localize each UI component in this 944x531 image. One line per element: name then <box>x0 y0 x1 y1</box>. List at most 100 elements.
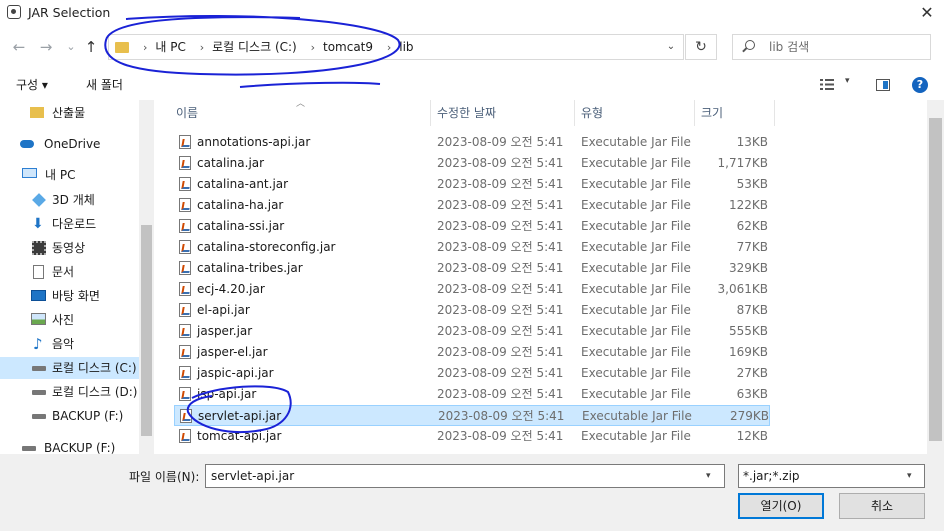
file-row[interactable]: servlet-api.jar 2023-08-09 오전 5:41 Executa… <box>174 405 770 426</box>
file-size: 169KB <box>728 345 768 359</box>
address-bar[interactable]: › 내 PC › 로컬 디스크 (C:) › tomcat9 › lib ⌄ <box>108 34 684 60</box>
file-date: 2023-08-09 오전 5:41 <box>437 324 564 338</box>
new-folder-button[interactable]: 새 폴더 <box>86 76 123 93</box>
file-name: catalina.jar <box>197 156 265 170</box>
sidebar-item-onedrive[interactable]: OneDrive <box>20 133 139 155</box>
back-button[interactable]: ← <box>8 34 30 60</box>
sidebar-item-documents[interactable]: 문서 <box>30 261 139 283</box>
file-row[interactable]: jaspic-api.jar 2023-08-09 오전 5:41 Executab… <box>174 363 770 384</box>
sidebar-item-desktop[interactable]: 바탕 화면 <box>30 285 139 307</box>
file-date: 2023-08-09 오전 5:41 <box>437 303 564 317</box>
search-input[interactable]: lib 검색 <box>732 34 931 60</box>
sidebar-item-music[interactable]: ♪ 음악 <box>30 333 139 355</box>
address-underline <box>239 81 381 88</box>
file-size: 1,717KB <box>717 156 768 170</box>
sidebar-scrollbar-thumb[interactable] <box>141 225 152 436</box>
filename-input[interactable]: servlet-api.jar ▾ <box>205 464 725 488</box>
file-row[interactable]: jsp-api.jar 2023-08-09 오전 5:41 Executable … <box>174 384 770 405</box>
sidebar-item-backup-f[interactable]: BACKUP (F:) <box>30 405 139 427</box>
sidebar-item-videos[interactable]: 동영상 <box>30 237 139 259</box>
file-size: 279KB <box>729 409 769 423</box>
file-date: 2023-08-09 오전 5:41 <box>437 366 564 380</box>
file-name: catalina-ha.jar <box>197 198 284 212</box>
refresh-button[interactable]: ↻ <box>685 34 717 60</box>
column-header-date[interactable]: 수정한 날짜 <box>431 100 575 126</box>
chevron-down-icon[interactable]: ▾ <box>706 465 711 487</box>
picture-icon <box>31 313 46 325</box>
file-date: 2023-08-09 오전 5:41 <box>437 240 564 254</box>
cancel-button[interactable]: 취소 <box>839 493 925 519</box>
preview-pane-icon[interactable] <box>876 79 890 91</box>
breadcrumb-item[interactable]: 내 PC <box>155 40 185 54</box>
file-name: tomcat-api.jar <box>197 429 282 443</box>
recent-locations-button[interactable]: ⌄ <box>60 34 82 60</box>
breadcrumb-item[interactable]: 로컬 디스크 (C:) <box>212 40 297 54</box>
file-row[interactable]: catalina-ant.jar 2023-08-09 오전 5:41 Execut… <box>174 174 770 195</box>
view-options-icon[interactable] <box>820 79 834 90</box>
sidebar-item-backup-f-root[interactable]: BACKUP (F:) <box>20 437 139 454</box>
breadcrumb-item[interactable]: tomcat9 <box>323 40 373 54</box>
file-size: 329KB <box>728 261 768 275</box>
sidebar-item-local-disk-d[interactable]: 로컬 디스크 (D:) <box>30 381 139 403</box>
download-icon: ⬇ <box>32 216 44 232</box>
jar-file-icon <box>179 429 191 443</box>
jar-file-icon <box>179 156 191 170</box>
column-headers: 이름 수정한 날짜 유형 크기 <box>158 100 928 126</box>
filename-label: 파일 이름(N): <box>129 470 200 484</box>
up-button[interactable]: ↑ <box>80 34 102 60</box>
folder-icon <box>30 107 44 118</box>
file-row[interactable]: catalina-ha.jar 2023-08-09 오전 5:41 Executa… <box>174 195 770 216</box>
file-row[interactable]: el-api.jar 2023-08-09 오전 5:41 Executable J… <box>174 300 770 321</box>
file-name: jasper.jar <box>197 324 253 338</box>
file-date: 2023-08-09 오전 5:41 <box>437 198 564 212</box>
view-dropdown-icon[interactable]: ▾ <box>845 76 850 86</box>
file-row[interactable]: jasper.jar 2023-08-09 오전 5:41 Executable J… <box>174 321 770 342</box>
column-header-size[interactable]: 크기 <box>695 100 775 126</box>
file-size: 87KB <box>736 303 768 317</box>
file-name: el-api.jar <box>197 303 250 317</box>
sidebar-item-this-pc[interactable]: 내 PC <box>20 164 139 186</box>
file-row[interactable]: jasper-el.jar 2023-08-09 오전 5:41 Executabl… <box>174 342 770 363</box>
jar-file-icon <box>179 345 191 359</box>
file-size: 62KB <box>736 219 768 233</box>
document-icon <box>33 265 44 279</box>
forward-button[interactable]: → <box>35 34 57 60</box>
file-row[interactable]: catalina-ssi.jar 2023-08-09 오전 5:41 Execut… <box>174 216 770 237</box>
open-button[interactable]: 열기(O) <box>738 493 824 519</box>
close-button[interactable]: ✕ <box>910 0 944 26</box>
sidebar-item[interactable]: 산출물 <box>30 102 139 124</box>
file-date: 2023-08-09 오전 5:41 <box>437 261 564 275</box>
file-row[interactable]: catalina-storeconfig.jar 2023-08-09 오전 5:… <box>174 237 770 258</box>
file-name: catalina-storeconfig.jar <box>197 240 336 254</box>
search-placeholder: lib 검색 <box>769 40 810 54</box>
file-size: 3,061KB <box>717 282 768 296</box>
search-icon <box>745 40 755 50</box>
file-row[interactable]: catalina-tribes.jar 2023-08-09 오전 5:41 Exe… <box>174 258 770 279</box>
sidebar-item-3d-objects[interactable]: 3D 개체 <box>30 189 139 211</box>
file-type-filter[interactable]: *.jar;*.zip ▾ <box>738 464 925 488</box>
chevron-down-icon[interactable]: ▾ <box>907 465 912 487</box>
organize-menu[interactable]: 구성 ▾ <box>16 76 48 93</box>
file-date: 2023-08-09 오전 5:41 <box>437 177 564 191</box>
music-icon: ♪ <box>33 335 43 353</box>
sidebar-item-downloads[interactable]: ⬇ 다운로드 <box>30 213 139 235</box>
column-header-type[interactable]: 유형 <box>575 100 695 126</box>
folder-icon <box>115 42 129 53</box>
sidebar-item-pictures[interactable]: 사진 <box>30 309 139 331</box>
file-date: 2023-08-09 오전 5:41 <box>438 409 565 423</box>
help-icon[interactable]: ? <box>912 77 928 93</box>
file-list-scrollbar-thumb[interactable] <box>929 118 942 441</box>
sidebar-item-local-disk-c[interactable]: 로컬 디스크 (C:) <box>0 357 139 379</box>
breadcrumb-item[interactable]: lib <box>399 40 413 54</box>
chevron-down-icon[interactable]: ⌄ <box>661 35 681 59</box>
file-row[interactable]: annotations-api.jar 2023-08-09 오전 5:41 Exe… <box>174 132 770 153</box>
jar-file-icon <box>179 366 191 380</box>
file-name: annotations-api.jar <box>197 135 311 149</box>
file-row[interactable]: tomcat-api.jar 2023-08-09 오전 5:41 Executab… <box>174 426 770 447</box>
file-name: jsp-api.jar <box>197 387 257 401</box>
file-row[interactable]: catalina.jar 2023-08-09 오전 5:41 Executable… <box>174 153 770 174</box>
file-size: 12KB <box>736 429 768 443</box>
filename-value: servlet-api.jar <box>211 469 295 483</box>
file-row[interactable]: ecj-4.20.jar 2023-08-09 오전 5:41 Executable… <box>174 279 770 300</box>
app-icon <box>7 5 21 19</box>
